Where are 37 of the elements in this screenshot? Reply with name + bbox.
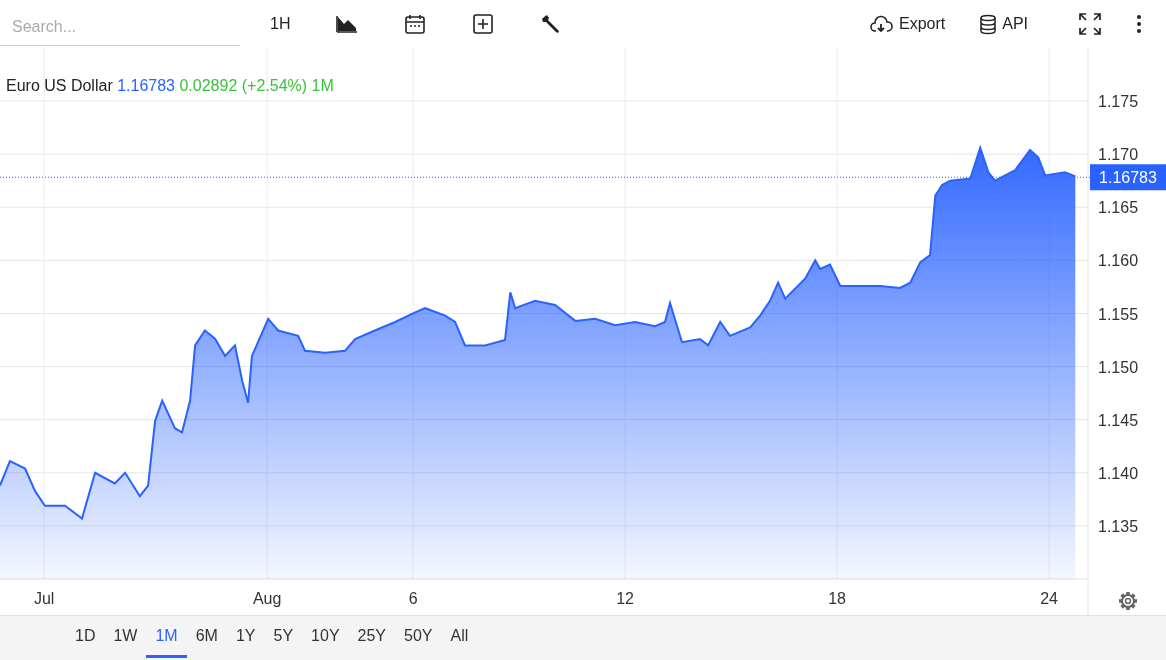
y-axis-label: 1.175 [1098,93,1139,111]
range-tab[interactable]: 6M [186,616,227,658]
y-axis-label: 1.150 [1098,358,1139,376]
y-axis-label: 1.140 [1098,464,1139,482]
add-icon [472,13,495,35]
range-tab[interactable]: 1Y [226,616,265,658]
api-button[interactable]: API [973,8,1034,40]
range-tab[interactable]: 1M [146,616,187,658]
interval-button[interactable]: 1H [264,8,297,40]
y-axis-label: 1.145 [1098,411,1139,429]
ref-line-label: 1.16783 [1099,169,1158,187]
range-tab[interactable]: All [441,616,478,658]
y-axis-label: 1.155 [1098,305,1139,323]
database-icon [979,13,998,35]
range-tab[interactable]: 50Y [395,616,442,658]
x-axis-label: 18 [828,590,846,607]
x-axis-label: 24 [1040,590,1059,607]
range-tab[interactable]: 1W [104,616,147,658]
x-axis-label: 12 [616,590,634,607]
export-button[interactable]: Export [863,8,952,40]
range-tab[interactable]: 25Y [348,616,395,658]
y-axis-label: 1.170 [1098,146,1139,164]
x-axis-label: Aug [252,590,282,607]
x-axis-label: 6 [408,590,418,607]
kebab-menu-icon [1136,14,1142,34]
y-axis-label: 1.160 [1098,252,1139,270]
calendar-icon [404,13,427,35]
range-tab[interactable]: 1D [66,616,105,658]
range-tab[interactable]: 10Y [302,616,349,658]
y-axis-label: 1.135 [1098,517,1139,535]
y-axis-label: 1.165 [1098,199,1139,217]
range-tab[interactable]: 5Y [264,616,303,658]
chart-type-icon [336,13,359,35]
cloud-download-icon [869,13,894,35]
chart-legend: Euro US Dollar 1.16783 0.02892 (+2.54%) 1M [6,74,334,98]
x-axis-label: Jul [33,590,55,607]
fullscreen-icon [1078,12,1102,36]
